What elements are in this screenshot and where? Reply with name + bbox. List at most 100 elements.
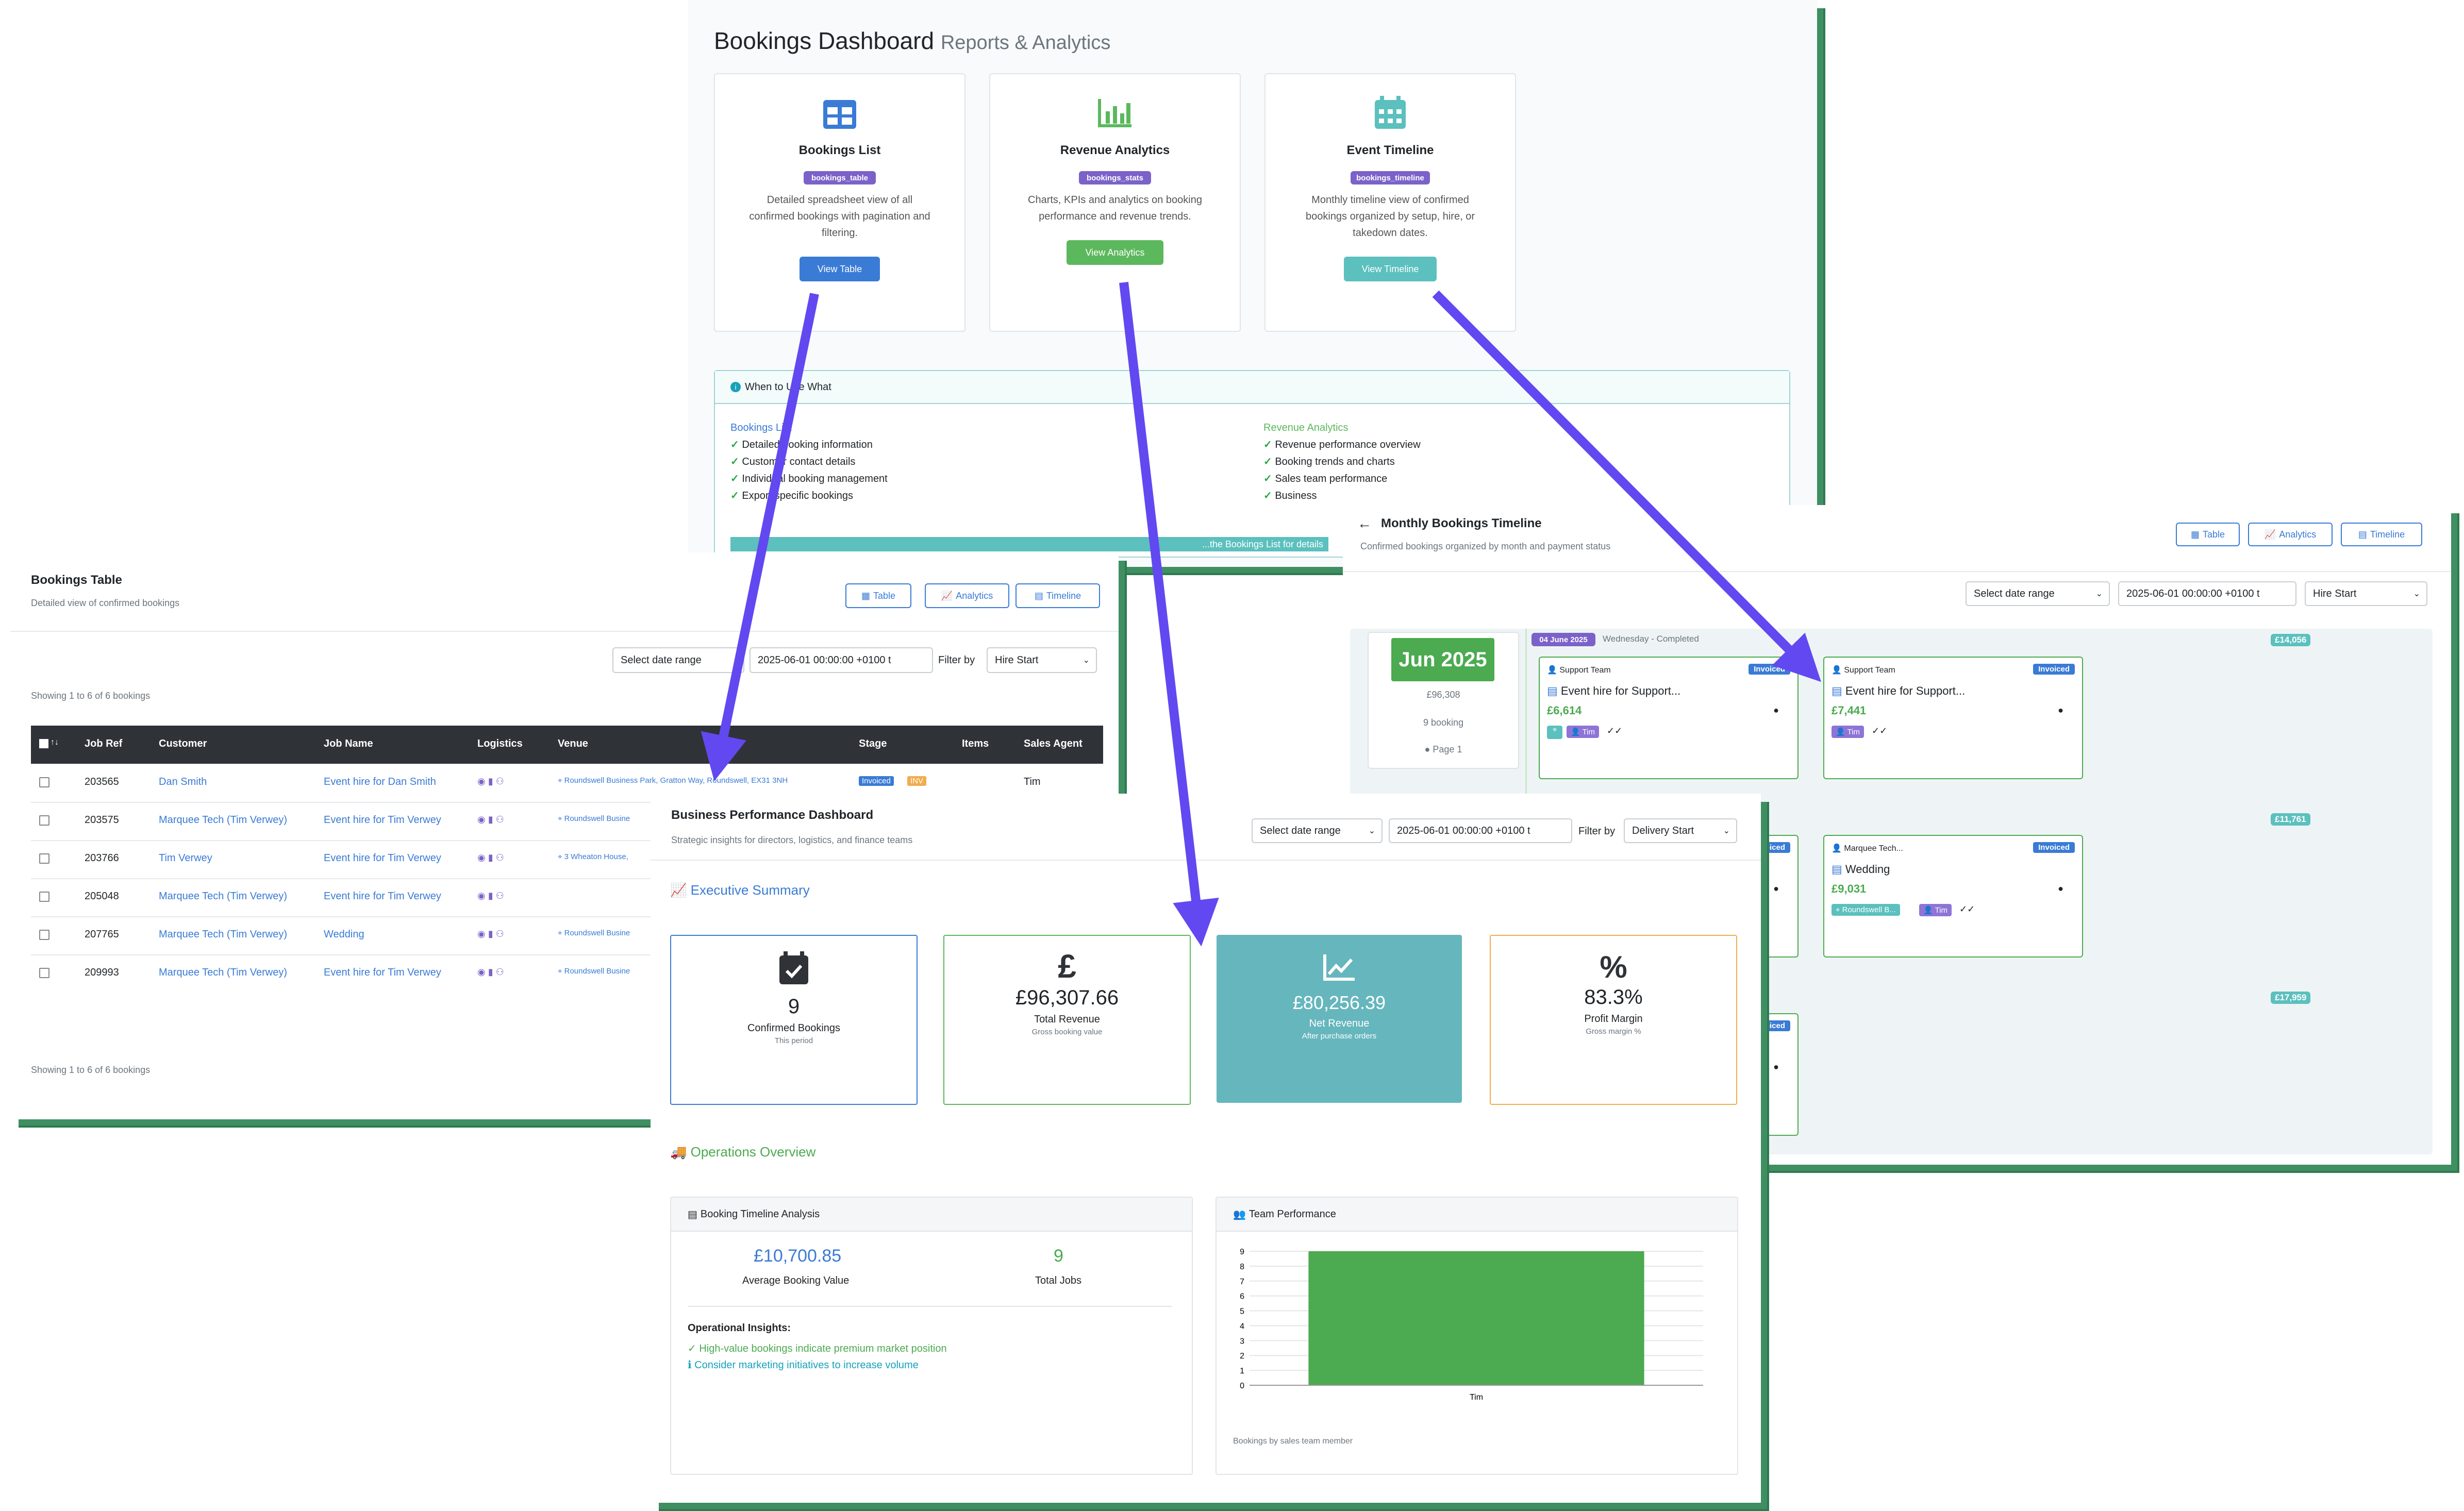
venue-link[interactable]: ⌖ Roundswell Busine: [558, 929, 630, 937]
filter-select[interactable]: Hire Start ⌄: [987, 647, 1097, 673]
back-arrow-icon[interactable]: ←: [1357, 515, 1372, 532]
venue-link[interactable]: ⌖ 3 Wheaton House,: [558, 852, 628, 861]
analytics-button[interactable]: 📈 Analytics: [925, 583, 1009, 608]
showing-count: Showing 1 to 6 of 6 bookings: [31, 691, 151, 701]
customer-link[interactable]: Marquee Tech (Tim Verwey): [159, 967, 287, 979]
row-checkbox[interactable]: [39, 815, 49, 826]
user-icon: 👤: [1547, 666, 1560, 675]
view-timeline-button[interactable]: View Timeline: [1344, 257, 1437, 281]
date-range-select[interactable]: Select date range ⌄: [1966, 581, 2110, 606]
row-checkbox[interactable]: [39, 777, 49, 787]
revenue-analytics-heading[interactable]: Revenue Analytics: [1263, 419, 1421, 436]
kpi-sub: Gross booking value: [1031, 1028, 1103, 1036]
eye-icon[interactable]: ◉: [477, 967, 486, 977]
logistics-icons[interactable]: ◉ ▮ ⚇: [477, 776, 504, 787]
booking-card[interactable]: 👤 Marquee Tech... Invoiced ▤ Wedding £9,…: [1823, 835, 2083, 958]
eye-icon[interactable]: ◉: [477, 852, 486, 863]
date-input[interactable]: 2025-06-01 00:00:00 +0100 t: [750, 647, 933, 673]
column-header[interactable]: Venue: [558, 738, 588, 750]
kpi-value: £96,307.66: [1015, 986, 1119, 1009]
column-header[interactable]: Stage: [859, 738, 887, 750]
analytics-button[interactable]: 📈 Analytics: [2248, 523, 2333, 546]
eye-icon[interactable]: ◉: [477, 814, 486, 825]
filter-select[interactable]: Delivery Start ⌄: [1624, 818, 1737, 843]
job-name-link[interactable]: Wedding: [324, 929, 364, 941]
eye-icon[interactable]: ◉: [477, 891, 486, 901]
date-input[interactable]: 2025-06-01 00:00:00 +0100 t: [1389, 818, 1572, 843]
users-icon[interactable]: ⚇: [496, 814, 504, 825]
booking-card[interactable]: 👤 Support Team Invoiced ▤ Event hire for…: [1823, 657, 2083, 779]
check-icon: ✓: [730, 456, 742, 467]
venue-link[interactable]: ⌖ Roundswell Business Park, Gratton Way,…: [558, 776, 788, 785]
view-table-button[interactable]: View Table: [800, 257, 880, 281]
customer-link[interactable]: Marquee Tech (Tim Verwey): [159, 929, 287, 941]
customer-link[interactable]: Dan Smith: [159, 776, 207, 788]
users-icon[interactable]: ⚇: [496, 852, 504, 863]
document-icon[interactable]: ▮: [488, 929, 493, 939]
job-name-link[interactable]: Event hire for Tim Verwey: [324, 891, 441, 902]
row-checkbox[interactable]: [39, 930, 49, 940]
timeline-button[interactable]: ▤ Timeline: [1015, 583, 1100, 608]
document-icon[interactable]: ▮: [488, 814, 493, 825]
document-icon[interactable]: ▮: [488, 852, 493, 863]
logistics-icons[interactable]: ◉ ▮ ⚇: [477, 852, 504, 863]
select-all-checkbox[interactable]: [39, 739, 48, 748]
job-ref: 205048: [85, 891, 119, 902]
column-header[interactable]: Sales Agent: [1024, 738, 1083, 750]
check-icon: ✓: [1263, 456, 1275, 467]
bar-tim[interactable]: [1308, 1251, 1644, 1385]
filter-select[interactable]: Hire Start ⌄: [2305, 581, 2427, 606]
table-icon: ▦: [861, 590, 870, 601]
row-checkbox[interactable]: [39, 968, 49, 978]
card-title: Bookings List: [798, 143, 881, 157]
users-icon[interactable]: ⚇: [496, 967, 504, 977]
document-icon[interactable]: ▮: [488, 776, 493, 786]
timeline-title: Monthly Bookings Timeline: [1381, 516, 1542, 530]
venue-link[interactable]: ⌖ Roundswell Busine: [558, 814, 630, 823]
column-header[interactable]: Customer: [159, 738, 207, 750]
table-button[interactable]: ▦ Table: [2176, 523, 2240, 546]
check-icon: ✓: [1263, 490, 1275, 501]
table-button[interactable]: ▦ Table: [845, 583, 911, 608]
column-header[interactable]: Job Ref: [85, 738, 122, 750]
insight-item: ℹ Consider marketing initiatives to incr…: [688, 1359, 919, 1371]
users-icon[interactable]: ⚇: [496, 891, 504, 901]
customer-link[interactable]: Marquee Tech (Tim Verwey): [159, 891, 287, 902]
row-checkbox[interactable]: [39, 853, 49, 864]
job-name-link[interactable]: Event hire for Dan Smith: [324, 776, 436, 788]
column-header[interactable]: Logistics: [477, 738, 523, 750]
row-checkbox[interactable]: [39, 892, 49, 902]
bookings-list-heading[interactable]: Bookings List: [730, 419, 888, 436]
customer-link[interactable]: Tim Verwey: [159, 852, 212, 864]
logistics-icons[interactable]: ◉ ▮ ⚇: [477, 891, 504, 901]
logistics-icons[interactable]: ◉ ▮ ⚇: [477, 929, 504, 939]
timeline-button[interactable]: ▤ Timeline: [2341, 523, 2422, 546]
date-range-select[interactable]: Select date range: [612, 647, 744, 673]
document-icon[interactable]: ▮: [488, 967, 493, 977]
eye-icon[interactable]: ◉: [477, 776, 486, 786]
column-header[interactable]: Items: [962, 738, 989, 750]
x-tick-label: Tim: [1470, 1393, 1483, 1402]
chevron-down-icon: ⌄: [1723, 827, 1730, 835]
user-icon: 👤: [1832, 666, 1844, 675]
clock-icon: ●: [1773, 1062, 1779, 1072]
venue-link[interactable]: ⌖ Roundswell Busine: [558, 967, 630, 976]
date-range-select[interactable]: Select date range ⌄: [1252, 818, 1383, 843]
sort-icon[interactable]: ↑↓: [51, 738, 59, 747]
users-icon[interactable]: ⚇: [496, 929, 504, 939]
logistics-icons[interactable]: ◉ ▮ ⚇: [477, 814, 504, 825]
event-timeline-card: Event Timeline bookings_timeline Monthly…: [1264, 73, 1516, 332]
booking-card[interactable]: 👤 Support Team Invoiced ▤ Event hire for…: [1539, 657, 1799, 779]
date-input[interactable]: 2025-06-01 00:00:00 +0100 t: [2118, 581, 2296, 606]
job-name-link[interactable]: Event hire for Tim Verwey: [324, 814, 441, 826]
logistics-icons[interactable]: ◉ ▮ ⚇: [477, 967, 504, 978]
document-icon[interactable]: ▮: [488, 891, 493, 901]
job-name-link[interactable]: Event hire for Tim Verwey: [324, 967, 441, 979]
view-analytics-button[interactable]: View Analytics: [1067, 240, 1163, 265]
job-name-link[interactable]: Event hire for Tim Verwey: [324, 852, 441, 864]
customer-link[interactable]: Marquee Tech (Tim Verwey): [159, 814, 287, 826]
team-performance-chart: 0 1 2 3 4 5 6 7 8 9 Tim: [1240, 1248, 1703, 1402]
users-icon[interactable]: ⚇: [496, 776, 504, 786]
column-header[interactable]: Job Name: [324, 738, 373, 750]
eye-icon[interactable]: ◉: [477, 929, 486, 939]
